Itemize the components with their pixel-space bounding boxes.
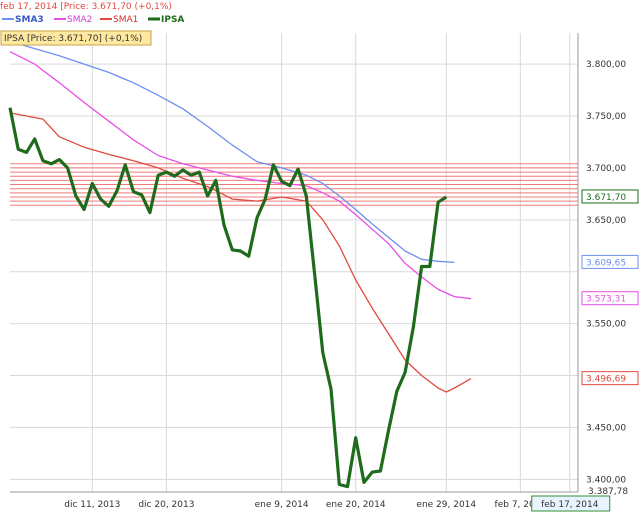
y-tick-label-6: 3.700,00 [586,164,626,174]
x-tick-label-3: ene 20, 2014 [326,500,386,510]
ipsa-chart: 3.400,00 3.450,00 3.550,00 3.650,00 3.700,00… [0,0,640,520]
x-tick-label-1: dic 20, 2013 [138,500,194,510]
legend-label-sma2: SMA2 [67,15,92,25]
y-tick-label-5: 3.650,00 [586,216,626,226]
legend-label-sma1: SMA1 [113,15,138,25]
x-tick-label-6: feb 17, 2014 [541,500,599,510]
legend-label-ipsa: IPSA [161,15,184,25]
last-value-label-ipsa: 3.671,70 [586,193,626,203]
last-value-label-sma2: 3.573,31 [586,295,626,305]
chart-background [0,0,640,520]
price-box-text: IPSA [Price: 3.671,70] (+0,1%) [4,34,142,44]
legend-label-sma3: SMA3 [15,15,44,25]
y-tick-label-0: 3.400,00 [586,475,626,485]
y-tick-label-3: 3.550,00 [586,320,626,330]
x-tick-label-4: ene 29, 2014 [416,500,476,510]
x-tick-label-0: dic 11, 2013 [64,500,120,510]
y-tick-label-8: 3.800,00 [586,60,626,70]
chart-window: 3.400,00 3.450,00 3.550,00 3.650,00 3.700,00… [0,0,640,520]
price-box: IPSA [Price: 3.671,70] (+0,1%) [0,30,152,46]
last-value-label-sma3: 3.609,65 [586,258,626,268]
y-tick-label-7: 3.750,00 [586,112,626,122]
last-value-label-sma1: 3.496,69 [586,375,626,385]
y-tick-label-1: 3.450,00 [586,423,626,433]
x-tick-label-2: ene 9, 2014 [255,500,309,510]
header-info-line: feb 17, 2014 [Price: 3.671,70 (+0,1%) [0,2,172,12]
